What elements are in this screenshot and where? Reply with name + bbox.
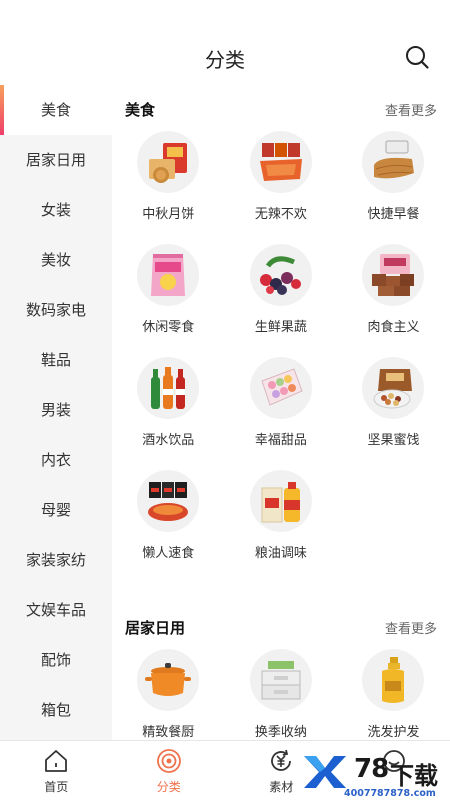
subcategory-label: 中秋月饼 <box>142 207 195 222</box>
subcategory-item[interactable]: 生鲜果蔬 <box>225 244 338 357</box>
subcategory-item[interactable]: 精致餐厨 <box>112 649 225 740</box>
subcategory-label: 坚果蜜饯 <box>367 433 420 448</box>
sidebar-item-mens[interactable]: 男装 <box>0 385 112 435</box>
section-title: 美食 <box>125 101 156 119</box>
subcategory-label: 肉食主义 <box>367 320 420 335</box>
sidebar-item-underwear[interactable]: 内衣 <box>0 435 112 485</box>
category-content: 美食 查看更多 中秋月饼 无辣不欢 快捷早餐 休闲零食 生鲜果蔬 肉食主义 酒水… <box>112 85 450 740</box>
header: 分类 <box>0 0 450 85</box>
subcategory-grid: 精致餐厨 换季收纳 洗发护发 <box>112 649 450 740</box>
subcategory-item[interactable]: 换季收纳 <box>225 649 338 740</box>
subcategory-label: 快捷早餐 <box>367 207 420 222</box>
watermark: 78 下载 4007787878.com <box>298 752 450 800</box>
subcategory-item[interactable]: 幸福甜品 <box>225 357 338 470</box>
watermark-suffix: 下载 <box>390 762 438 790</box>
sidebar-item-electronics[interactable]: 数码家电 <box>0 285 112 335</box>
subcategory-label: 生鲜果蔬 <box>254 320 307 335</box>
subcategory-item[interactable]: 懒人速食 <box>112 470 225 583</box>
sidebar-item-baby[interactable]: 母婴 <box>0 485 112 535</box>
section-header-food: 美食 查看更多 <box>112 85 450 131</box>
subcategory-label: 幸福甜品 <box>254 433 307 448</box>
category-icon <box>156 749 181 773</box>
snack-bag-icon <box>137 244 200 306</box>
pot-icon <box>137 649 200 711</box>
bread-icon <box>362 131 425 193</box>
watermark-brand: 78 <box>354 754 389 784</box>
sidebar-item-home-textile[interactable]: 家装家纺 <box>0 535 112 585</box>
meat-icon <box>362 244 425 306</box>
search-icon[interactable] <box>404 44 430 70</box>
subcategory-item[interactable]: 快捷早餐 <box>337 131 450 244</box>
berries-icon <box>249 244 312 306</box>
subcategory-label: 懒人速食 <box>142 546 195 561</box>
view-more-link[interactable]: 查看更多 <box>385 100 437 119</box>
spicy-snack-icon <box>249 131 312 193</box>
tab-label: 素材 <box>269 780 294 794</box>
subcategory-item[interactable]: 无辣不欢 <box>225 131 338 244</box>
tab-home[interactable]: 首页 <box>0 741 113 800</box>
subcategory-item[interactable]: 洗发护发 <box>337 649 450 740</box>
subcategory-item[interactable]: 中秋月饼 <box>112 131 225 244</box>
subcategory-label: 粮油调味 <box>254 546 307 561</box>
subcategory-label: 换季收纳 <box>254 725 307 740</box>
watermark-url: 4007787878.com <box>344 788 436 799</box>
sidebar-item-beauty[interactable]: 美妆 <box>0 235 112 285</box>
noodles-icon <box>137 470 200 532</box>
storage-box-icon <box>249 649 312 711</box>
sidebar-item-household[interactable]: 居家日用 <box>0 135 112 185</box>
sidebar-item-shoes[interactable]: 鞋品 <box>0 335 112 385</box>
sidebar-item-accessories[interactable]: 配饰 <box>0 635 112 685</box>
subcategory-label: 酒水饮品 <box>142 433 195 448</box>
shampoo-icon <box>362 649 425 711</box>
sidebar-item-bags[interactable]: 箱包 <box>0 685 112 735</box>
tab-label: 分类 <box>156 780 181 794</box>
subcategory-grid: 中秋月饼 无辣不欢 快捷早餐 休闲零食 生鲜果蔬 肉食主义 酒水饮品 幸福甜品 … <box>112 131 450 583</box>
tab-label: 首页 <box>44 780 69 794</box>
mooncake-icon <box>137 131 200 193</box>
subcategory-item[interactable]: 休闲零食 <box>112 244 225 357</box>
home-icon <box>45 750 68 772</box>
subcategory-label: 无辣不欢 <box>254 207 307 222</box>
bottles-icon <box>137 357 200 419</box>
subcategory-label: 洗发护发 <box>367 725 420 740</box>
view-more-link[interactable]: 查看更多 <box>385 618 437 637</box>
sidebar-item-food[interactable]: 美食 <box>0 85 112 135</box>
section-title: 居家日用 <box>125 619 186 637</box>
sidebar-item-entertainment-car[interactable]: 文娱车品 <box>0 585 112 635</box>
section-header-household: 居家日用 查看更多 <box>112 603 450 649</box>
category-sidebar: 美食 居家日用 女装 美妆 数码家电 鞋品 男装 内衣 母婴 家装家纺 文娱车品… <box>0 85 112 740</box>
nuts-icon <box>362 357 425 419</box>
subcategory-item[interactable]: 肉食主义 <box>337 244 450 357</box>
page-title: 分类 <box>205 48 245 72</box>
material-icon <box>271 749 292 771</box>
oil-rice-icon <box>249 470 312 532</box>
subcategory-label: 精致餐厨 <box>142 725 195 740</box>
macaron-icon <box>249 357 312 419</box>
subcategory-item[interactable]: 酒水饮品 <box>112 357 225 470</box>
subcategory-item[interactable]: 粮油调味 <box>225 470 338 583</box>
tab-category[interactable]: 分类 <box>113 741 226 800</box>
subcategory-label: 休闲零食 <box>142 320 195 335</box>
x-logo-icon <box>304 756 346 788</box>
subcategory-item[interactable]: 坚果蜜饯 <box>337 357 450 470</box>
sidebar-item-womens[interactable]: 女装 <box>0 185 112 235</box>
